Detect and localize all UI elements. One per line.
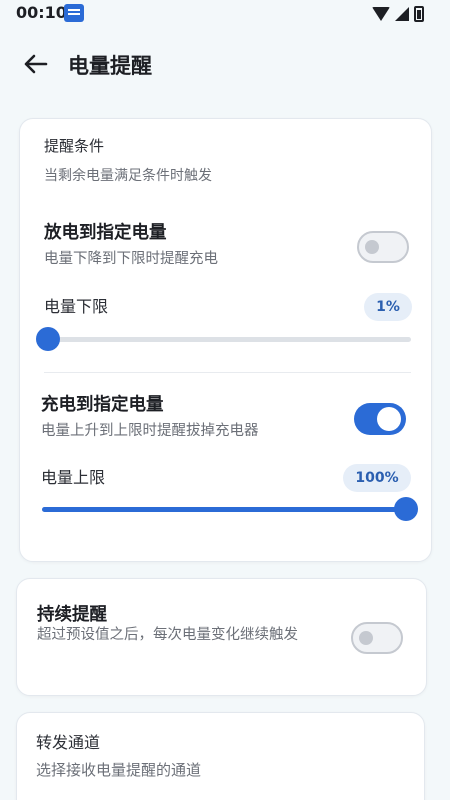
upper-limit-value-badge: 100%: [343, 464, 411, 492]
wifi-icon: [372, 7, 390, 21]
arrow-back-icon: [24, 54, 48, 74]
charge-subtitle: 电量上升到上限时提醒拔掉充电器: [41, 423, 259, 439]
toggle-knob: [359, 631, 373, 645]
conditions-card: 提醒条件 当剩余电量满足条件时触发 放电到指定电量 电量下降到下限时提醒充电 电…: [19, 118, 432, 562]
status-time: 00:10: [16, 3, 67, 22]
message-notification-icon: [64, 4, 84, 22]
toggle-knob: [377, 407, 401, 431]
back-button[interactable]: [22, 52, 50, 76]
system-icons: [372, 6, 424, 22]
lower-limit-value-badge: 1%: [364, 293, 412, 321]
upper-limit-label: 电量上限: [41, 468, 106, 487]
persist-toggle[interactable]: [351, 622, 403, 654]
cell-signal-icon: [395, 7, 409, 21]
divider: [44, 372, 411, 373]
channel-subtitle: 选择接收电量提醒的通道: [36, 761, 202, 779]
charge-toggle[interactable]: [354, 403, 406, 435]
battery-icon: [414, 6, 424, 22]
persist-subtitle: 超过预设值之后，每次电量变化继续触发: [37, 627, 298, 643]
page-title: 电量提醒: [68, 54, 152, 78]
lower-limit-label: 电量下限: [44, 297, 109, 316]
upper-limit-thumb[interactable]: [394, 497, 418, 521]
app-bar: 电量提醒: [0, 40, 450, 88]
status-bar: 00:10: [0, 0, 450, 30]
lower-limit-thumb[interactable]: [35, 327, 60, 351]
discharge-title: 放电到指定电量: [44, 223, 167, 243]
channel-title: 转发通道: [36, 733, 101, 752]
upper-limit-fill: [42, 507, 406, 512]
upper-limit-slider[interactable]: [42, 497, 418, 521]
conditions-subtitle: 当剩余电量满足条件时触发: [44, 168, 212, 184]
channel-card[interactable]: 转发通道 选择接收电量提醒的通道: [16, 712, 425, 800]
persist-card: 持续提醒 超过预设值之后，每次电量变化继续触发: [16, 578, 427, 696]
discharge-subtitle: 电量下降到下限时提醒充电: [44, 251, 218, 267]
lower-limit-slider[interactable]: [35, 327, 411, 351]
toggle-knob: [365, 240, 379, 254]
charge-title: 充电到指定电量: [41, 395, 164, 415]
conditions-title: 提醒条件: [44, 137, 105, 155]
discharge-toggle[interactable]: [357, 231, 409, 263]
